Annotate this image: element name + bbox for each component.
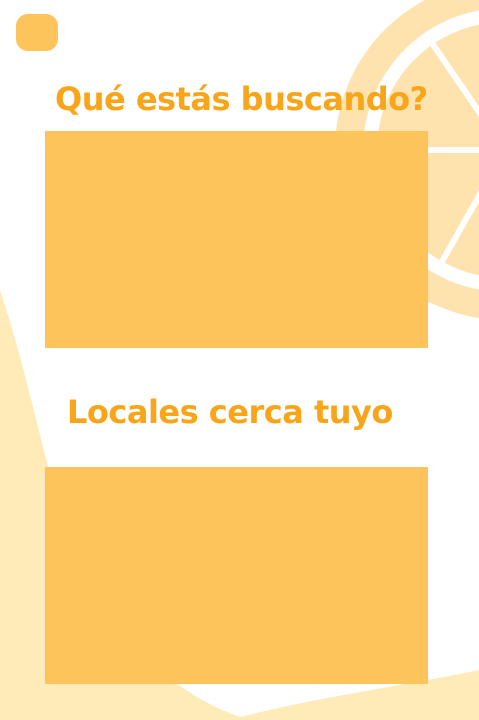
nearby-section-title: Locales cerca tuyo [67,393,393,431]
nearby-stores-card[interactable] [45,467,428,684]
search-section-title: Qué estás buscando? [55,80,428,118]
menu-button[interactable] [16,14,58,51]
search-card[interactable] [45,131,428,348]
